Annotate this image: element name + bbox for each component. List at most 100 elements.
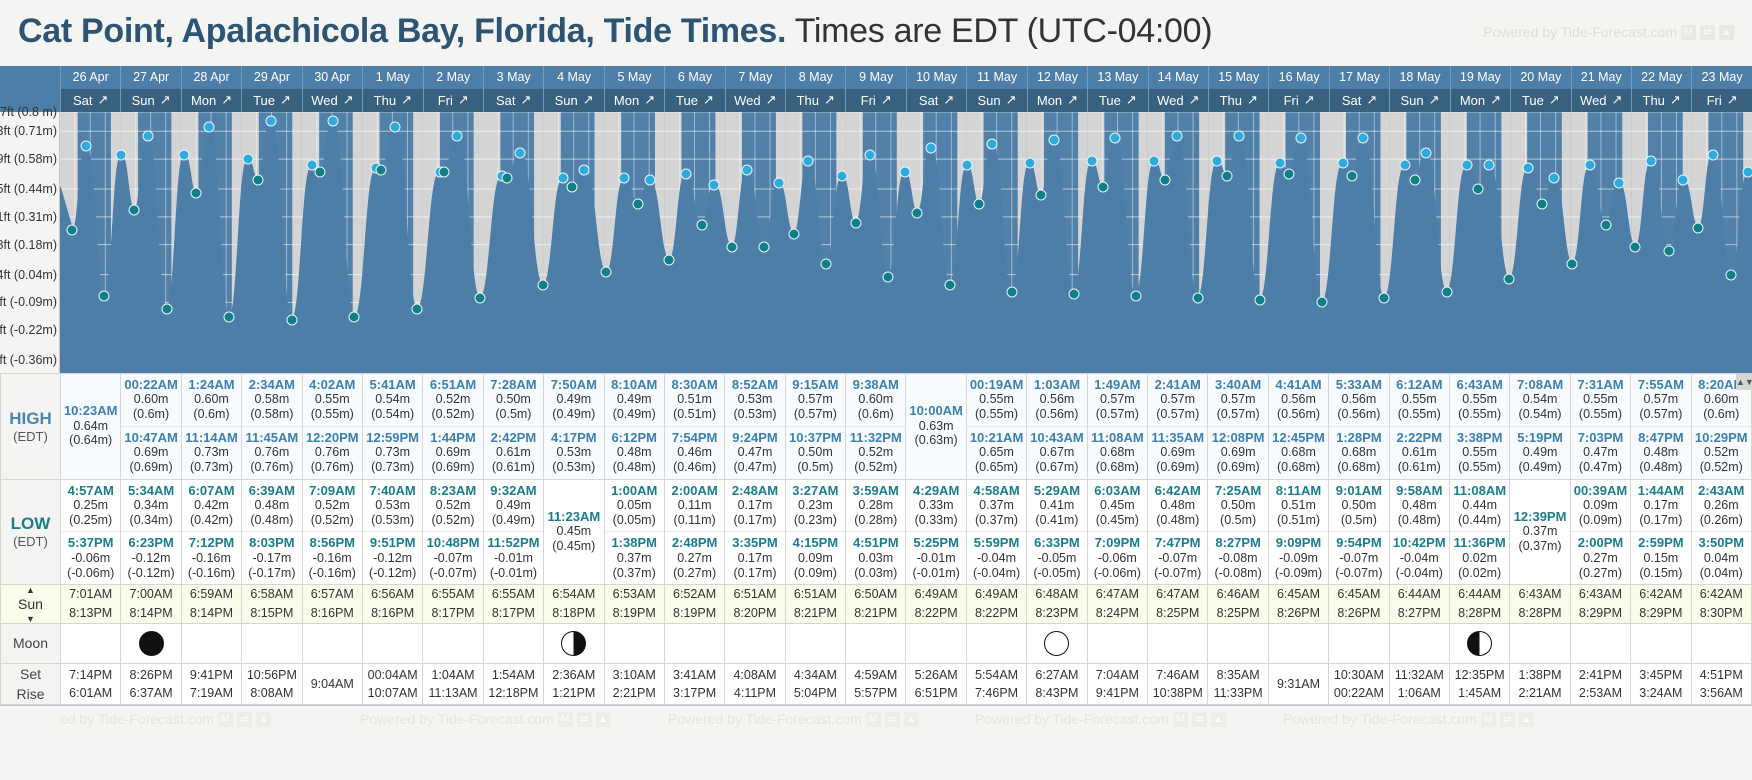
day-weekday-row[interactable]: Mon ↗ <box>1450 89 1511 112</box>
day-weekday-row[interactable]: Sat ↗ <box>483 89 544 112</box>
low-tide-point[interactable] <box>128 204 140 216</box>
low-tide-point[interactable] <box>696 219 708 231</box>
low-tide-cell[interactable]: 9:32AM 0.49m (0.49m) 11:52PM -0.01m (-0.01m) <box>482 478 545 586</box>
low-tide-cell[interactable]: 4:58AM 0.37m (0.37m) 5:59PM -0.04m (-0.04m) <box>965 478 1028 586</box>
low-tide-point[interactable] <box>1663 245 1675 257</box>
expand-icon[interactable]: ▲ <box>1719 24 1734 40</box>
footer-metric-icon-5[interactable]: M <box>1480 711 1496 727</box>
high-tide-point[interactable] <box>80 140 92 152</box>
high-tide-point[interactable] <box>142 130 154 142</box>
footer-swap-icon-1[interactable]: ⇄ <box>237 711 253 727</box>
expand-day-icon[interactable]: ↗ <box>766 92 777 108</box>
day-header-13[interactable]: 9 May Fri ↗ <box>845 66 906 112</box>
high-tide-point[interactable] <box>265 115 277 127</box>
low-tide-cell[interactable]: 9:58AM 0.48m (0.48m) 10:42PM -0.04m (-0.04m) <box>1388 478 1450 586</box>
high-tide-point[interactable] <box>1357 132 1369 144</box>
high-tide-cell[interactable]: 6:51AM 0.52m (0.52m) 1:44PM 0.69m (0.69m) <box>422 373 484 480</box>
high-tide-point[interactable] <box>1233 130 1245 142</box>
low-tide-cell[interactable]: 3:59AM 0.28m (0.28m) 4:51PM 0.03m (0.03m) <box>845 478 907 586</box>
low-tide-point[interactable] <box>1316 296 1328 308</box>
day-header-24[interactable]: 20 May Tue ↗ <box>1510 66 1571 112</box>
expand-day-icon[interactable]: ↗ <box>1429 92 1440 108</box>
day-weekday-row[interactable]: Fri ↗ <box>1692 89 1752 112</box>
low-tide-point[interactable] <box>1378 292 1390 304</box>
high-tide-point[interactable] <box>1274 157 1286 169</box>
expand-day-icon[interactable]: ↗ <box>703 92 714 108</box>
low-tide-cell[interactable]: 8:23AM 0.52m (0.52m) 10:48PM -0.07m (-0.07m) <box>422 478 484 586</box>
expand-day-icon[interactable]: ↗ <box>1006 92 1017 108</box>
high-tide-point[interactable] <box>578 164 590 176</box>
high-tide-cell[interactable]: 4:41AM 0.56m (0.56m) 12:45PM 0.68m (0.68m) <box>1267 373 1330 480</box>
low-tide-point[interactable] <box>1725 269 1737 281</box>
low-tide-point[interactable] <box>1503 273 1515 285</box>
day-weekday-row[interactable]: Tue ↗ <box>242 89 302 112</box>
high-tide-cell[interactable]: 3:40AM 0.57m (0.57m) 12:08PM 0.69m (0.69m) <box>1207 373 1269 480</box>
day-header-16[interactable]: 12 May Mon ↗ <box>1026 66 1088 112</box>
footer-metric-icon-4[interactable]: M <box>1172 711 1188 727</box>
high-tide-point[interactable] <box>514 147 526 159</box>
high-tide-cell[interactable]: 10:00AM 0.63m (0.63m) <box>905 373 967 480</box>
low-tide-point[interactable] <box>1629 241 1641 253</box>
low-tide-point[interactable] <box>438 166 450 178</box>
high-tide-point[interactable] <box>1522 162 1534 174</box>
high-tide-cell[interactable]: 1:49AM 0.57m (0.57m) 11:08AM 0.68m (0.68m) <box>1086 373 1149 480</box>
low-tide-point[interactable] <box>726 241 738 253</box>
expand-day-icon[interactable]: ↗ <box>1727 92 1738 108</box>
low-tide-point[interactable] <box>286 314 298 326</box>
low-tide-cell[interactable]: 4:57AM 0.25m (0.25m) 5:37PM -0.06m (-0.06m) <box>59 478 122 586</box>
low-tide-cell[interactable]: 6:07AM 0.42m (0.42m) 7:12PM -0.16m (-0.16m) <box>180 478 243 586</box>
low-tide-point[interactable] <box>600 266 612 278</box>
expand-day-icon[interactable]: ↗ <box>221 92 232 108</box>
metric-icon[interactable]: M <box>1681 24 1696 40</box>
expand-day-icon[interactable]: ↗ <box>1247 92 1258 108</box>
low-tide-cell[interactable]: 6:03AM 0.45m (0.45m) 7:09PM -0.06m (-0.06m) <box>1086 478 1149 586</box>
low-tide-cell[interactable]: 2:43AM 0.26m (0.26m) 3:50PM 0.04m (0.04m) <box>1690 478 1752 586</box>
day-weekday-row[interactable]: Fri ↗ <box>423 89 483 112</box>
low-tide-point[interactable] <box>190 187 202 199</box>
day-weekday-row[interactable]: Thu ↗ <box>1631 89 1692 112</box>
high-tide-point[interactable] <box>1548 172 1560 184</box>
low-tide-point[interactable] <box>1283 168 1295 180</box>
day-header-17[interactable]: 13 May Tue ↗ <box>1087 66 1148 112</box>
high-tide-point[interactable] <box>1645 155 1657 167</box>
low-tide-cell[interactable]: 2:48AM 0.17m (0.17m) 3:35PM 0.17m (0.17m) <box>724 478 786 586</box>
day-header-12[interactable]: 8 May Thu ↗ <box>785 66 846 112</box>
high-tide-cell[interactable]: 5:33AM 0.56m (0.56m) 1:28PM 0.68m (0.68m) <box>1328 373 1390 480</box>
low-tide-point[interactable] <box>1566 258 1578 270</box>
expand-day-icon[interactable]: ↗ <box>583 92 594 108</box>
high-tide-cell[interactable]: 00:19AM 0.55m (0.55m) 10:21AM 0.65m (0.65m) <box>965 373 1028 480</box>
expand-day-icon[interactable]: ↗ <box>1304 92 1315 108</box>
low-tide-cell[interactable]: 11:23AM 0.45m (0.45m) <box>543 478 605 586</box>
swap-units-icon[interactable]: ⇄ <box>1700 24 1715 40</box>
low-tide-cell[interactable]: 1:00AM 0.05m (0.05m) 1:38PM 0.37m (0.37m) <box>603 478 665 586</box>
expand-day-icon[interactable]: ↗ <box>881 92 892 108</box>
high-tide-point[interactable] <box>327 115 339 127</box>
low-tide-point[interactable] <box>1006 286 1018 298</box>
low-tide-cell[interactable]: 8:11AM 0.51m (0.51m) 9:09PM -0.09m (-0.09m) <box>1267 478 1330 586</box>
day-weekday-row[interactable]: Sun ↗ <box>544 89 604 112</box>
low-tide-point[interactable] <box>1536 198 1548 210</box>
high-tide-point[interactable] <box>1677 174 1689 186</box>
expand-day-icon[interactable]: ↗ <box>458 92 469 108</box>
day-weekday-row[interactable]: Wed ↗ <box>1148 89 1209 112</box>
day-weekday-row[interactable]: Mon ↗ <box>604 89 665 112</box>
day-weekday-row[interactable]: Wed ↗ <box>1571 89 1631 112</box>
day-header-26[interactable]: 22 May Thu ↗ <box>1630 66 1692 112</box>
low-tide-point[interactable] <box>882 271 894 283</box>
high-tide-point[interactable] <box>1613 177 1625 189</box>
high-tide-point[interactable] <box>680 168 692 180</box>
low-tide-point[interactable] <box>1097 181 1109 193</box>
low-tide-point[interactable] <box>314 166 326 178</box>
footer-swap-icon-5[interactable]: ⇄ <box>1499 711 1515 727</box>
high-tide-cell[interactable]: 7:31AM 0.55m (0.55m) 7:03PM 0.47m (0.47m) <box>1569 373 1632 480</box>
footer-metric-icon-3[interactable]: M <box>865 711 881 727</box>
low-tide-point[interactable] <box>1221 170 1233 182</box>
expand-day-icon[interactable]: ↗ <box>280 92 291 108</box>
high-tide-point[interactable] <box>203 121 215 133</box>
day-header-23[interactable]: 19 May Mon ↗ <box>1449 66 1511 112</box>
expand-day-icon[interactable]: ↗ <box>644 92 655 108</box>
day-weekday-row[interactable]: Tue ↗ <box>1088 89 1148 112</box>
low-tide-point[interactable] <box>98 290 110 302</box>
expand-day-icon[interactable]: ↗ <box>1189 92 1200 108</box>
high-tide-cell[interactable]: 8:10AM 0.49m (0.49m) 6:12PM 0.48m (0.48m) <box>603 373 665 480</box>
